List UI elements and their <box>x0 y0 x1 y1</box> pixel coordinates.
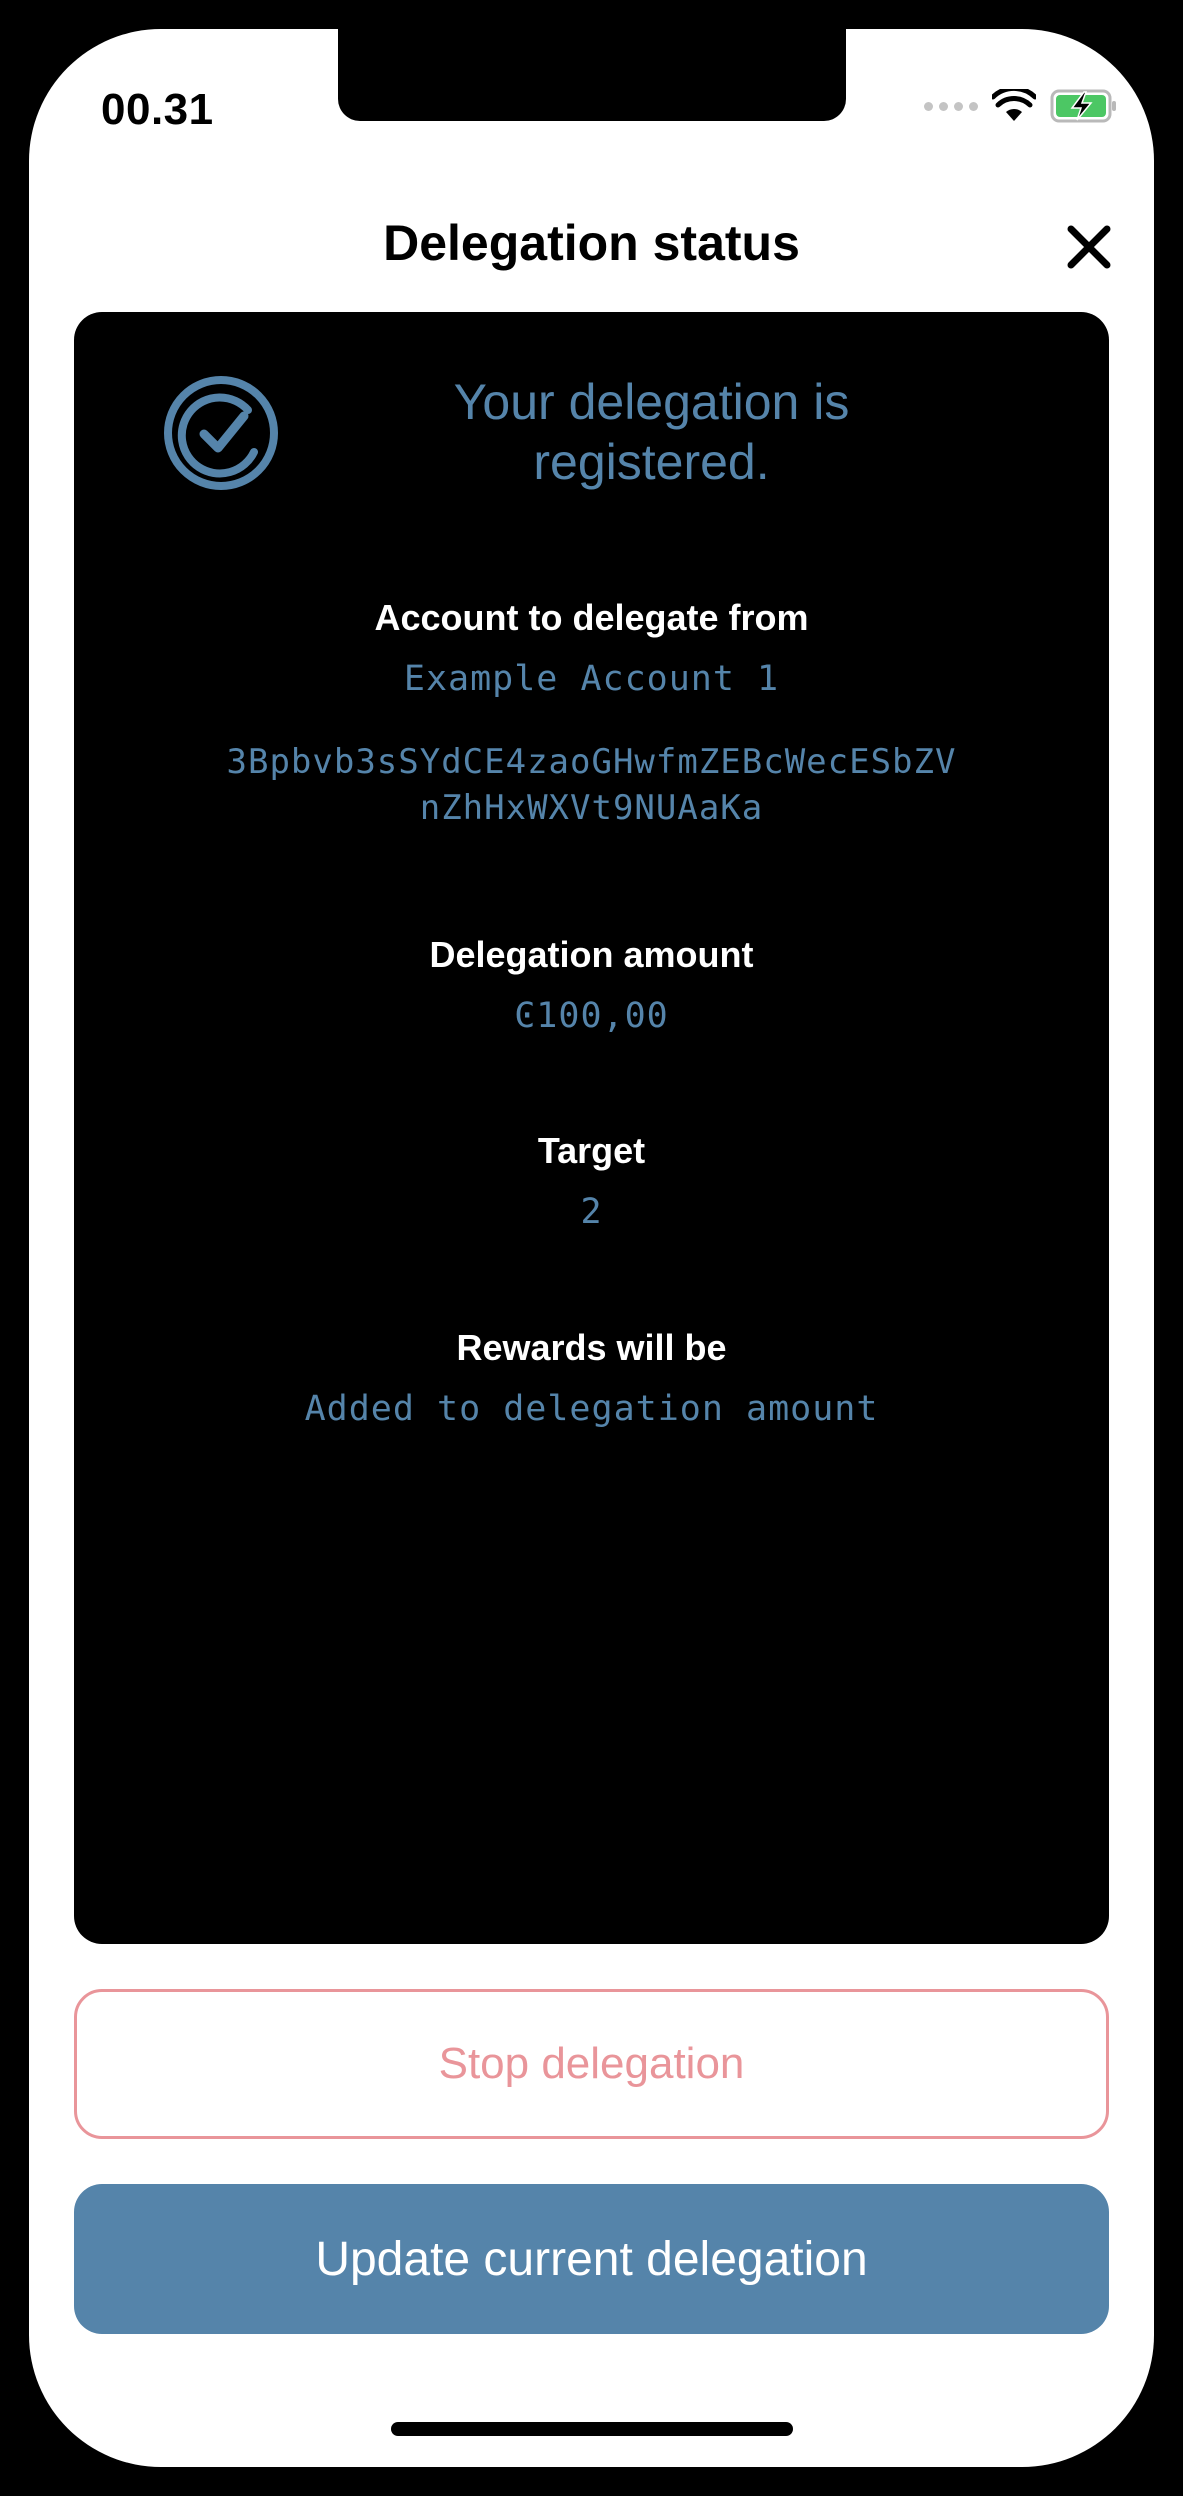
account-address-line1: 3Bpbvb3sSYdCE4zaoGHwfmZEBcWecESbZV <box>226 742 957 782</box>
account-label: Account to delegate from <box>374 597 809 638</box>
signal-dots-icon <box>924 101 978 111</box>
phone-screen: 00.31 Delegation status Your delegation … <box>29 29 1154 2467</box>
check-circle-icon <box>162 374 280 492</box>
target-value: 2 <box>580 1192 603 1232</box>
stop-delegation-button[interactable]: Stop delegation <box>74 1989 1109 2139</box>
home-indicator[interactable] <box>391 2422 793 2436</box>
battery-charging-icon <box>1050 89 1116 123</box>
account-address-line2: nZhHxWXVt9NUAaKa <box>419 788 764 828</box>
notch <box>338 29 846 121</box>
amount-value: Ͼ100,00 <box>514 996 669 1036</box>
status-headline-line1: Your delegation is <box>453 374 850 430</box>
status-headline: Your delegation is registered. <box>274 372 1029 492</box>
status-time: 00.31 <box>101 85 214 134</box>
close-icon <box>1067 225 1111 269</box>
account-section: Account to delegate from Example Account… <box>74 597 1109 831</box>
page-title: Delegation status <box>383 215 800 271</box>
delegation-status-card: Your delegation is registered. Account t… <box>74 312 1109 1944</box>
rewards-label: Rewards will be <box>456 1327 727 1368</box>
target-section: Target 2 <box>74 1130 1109 1232</box>
rewards-value: Added to delegation amount <box>304 1389 879 1429</box>
wifi-icon <box>992 89 1036 121</box>
amount-label: Delegation amount <box>429 934 754 975</box>
close-button[interactable] <box>1059 217 1119 277</box>
target-label: Target <box>537 1130 646 1171</box>
status-icons <box>924 89 1118 123</box>
amount-section: Delegation amount Ͼ100,00 <box>74 934 1109 1036</box>
account-name: Example Account 1 <box>403 659 780 699</box>
rewards-section: Rewards will be Added to delegation amou… <box>74 1327 1109 1429</box>
status-headline-line2: registered. <box>533 434 770 490</box>
update-delegation-button[interactable]: Update current delegation <box>74 2184 1109 2334</box>
account-address: 3Bpbvb3sSYdCE4zaoGHwfmZEBcWecESbZV nZhHx… <box>74 739 1109 831</box>
